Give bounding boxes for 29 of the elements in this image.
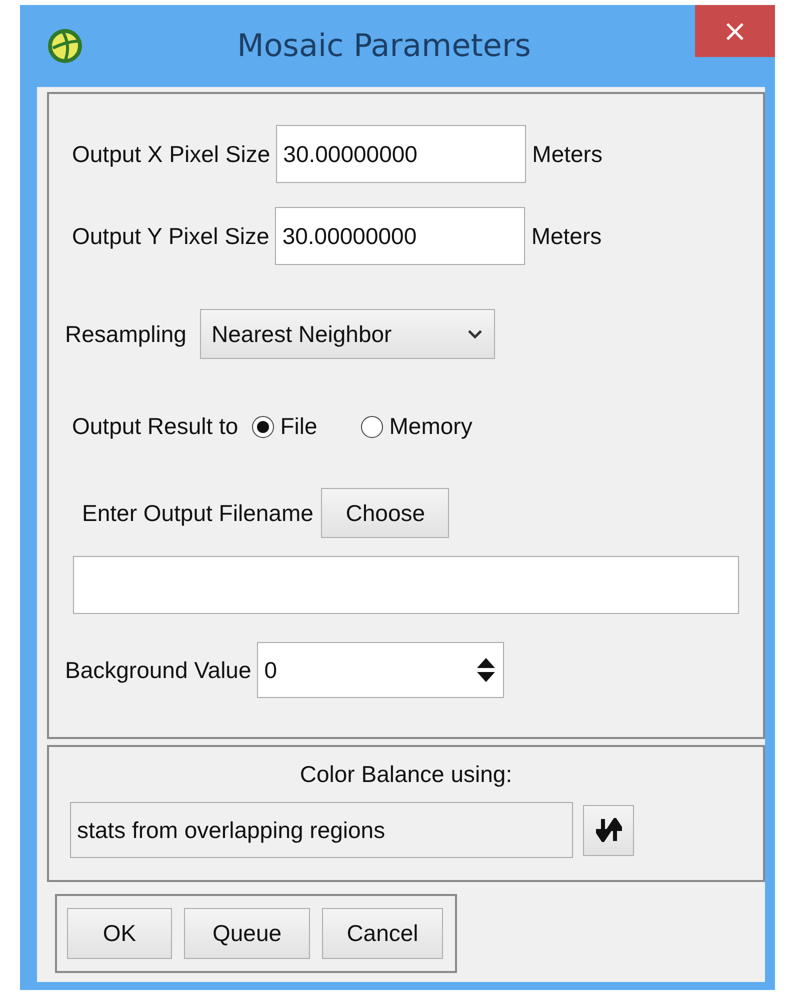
resampling-dropdown[interactable]: Nearest Neighbor <box>200 309 496 359</box>
radio-button[interactable] <box>252 416 274 438</box>
radio-button[interactable] <box>361 416 384 438</box>
field-label: Output X Pixel Size <box>72 140 270 168</box>
swap-button[interactable] <box>583 804 634 856</box>
dialog-button[interactable]: OK <box>67 908 172 959</box>
unit-label: Meters <box>531 222 602 250</box>
field-label: Resampling <box>65 320 186 348</box>
chevron-down-icon <box>468 329 482 339</box>
color-balance-field: stats from overlapping regions <box>70 802 573 858</box>
unit-label: Meters <box>532 140 602 168</box>
pixel-size-field[interactable]: 30.00000000 <box>275 207 526 265</box>
background-value-spinner[interactable]: 0 <box>257 642 504 698</box>
pixel-size-field[interactable]: 30.00000000 <box>276 125 526 183</box>
swap-arrows-icon <box>596 818 622 842</box>
field-label: Output Y Pixel Size <box>72 222 270 250</box>
globe-icon <box>47 28 83 64</box>
window-title: Mosaic Parameters <box>236 28 532 64</box>
close-button[interactable]: × <box>695 5 775 57</box>
field-label: Output Result to <box>72 413 238 440</box>
dialog-button[interactable]: Queue <box>184 908 310 959</box>
radio-label[interactable]: Memory <box>389 413 472 440</box>
section-label: Color Balance using: <box>300 761 512 788</box>
radio-label[interactable]: File <box>280 413 318 440</box>
field-label: Enter Output Filename <box>82 500 314 526</box>
choose-button[interactable]: Choose <box>321 488 450 538</box>
dialog-button[interactable]: Cancel <box>322 908 443 959</box>
filename-field[interactable] <box>73 556 739 614</box>
field-label: Background Value <box>65 656 252 684</box>
